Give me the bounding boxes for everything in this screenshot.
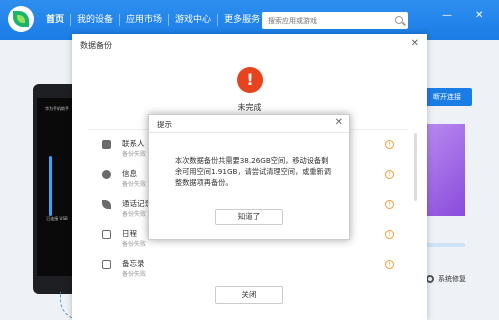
backup-item-status: 备份失败 — [122, 181, 147, 188]
backup-item-name: 日程 — [122, 229, 137, 238]
nav-my-devices[interactable]: 我的设备 — [71, 14, 121, 26]
promo-banner — [427, 124, 465, 216]
backup-item-status: 备份失败 — [122, 211, 147, 218]
info-icon[interactable]: ! — [385, 230, 394, 239]
backup-item-name: 备忘录 — [122, 259, 145, 268]
warning-icon: ! — [237, 67, 263, 93]
close-icon[interactable]: ✕ — [335, 117, 343, 128]
info-icon[interactable]: ! — [385, 140, 394, 149]
close-icon[interactable]: ✕ — [411, 38, 419, 49]
search-icon[interactable] — [395, 16, 403, 24]
search-input[interactable] — [268, 14, 388, 27]
modal-header: 提示 ✕ — [149, 115, 349, 133]
backup-item-name: 信息 — [122, 169, 137, 178]
search-box — [262, 12, 408, 29]
calendar-icon — [102, 230, 111, 239]
nav-app-market[interactable]: 应用市场 — [120, 14, 170, 26]
info-icon[interactable]: ! — [385, 260, 394, 269]
gear-icon — [426, 275, 434, 283]
info-icon[interactable]: ! — [385, 200, 394, 209]
close-window-icon[interactable]: ✕ — [475, 10, 483, 21]
got-it-button[interactable]: 知道了 — [215, 209, 283, 225]
backup-item-status: 备份失败 — [122, 151, 147, 158]
backup-item-status: 备份失败 — [122, 241, 147, 248]
message-icon — [102, 170, 111, 179]
close-button[interactable]: 关闭 — [215, 286, 283, 304]
backup-item-name: 联系人 — [122, 139, 145, 148]
backup-item-status: 备份失败 — [122, 271, 147, 278]
contacts-icon — [102, 140, 111, 149]
disconnect-button[interactable]: 断开连接 — [422, 88, 472, 106]
backup-item-notes: 备忘录 备份失败 ! — [100, 254, 400, 284]
main-nav: 首页 我的设备 应用市场 游戏中心 更多服务 — [40, 14, 266, 26]
backup-status: 未完成 — [237, 103, 262, 112]
phone-icon — [102, 200, 111, 209]
info-icon[interactable]: ! — [385, 170, 394, 179]
system-repair-label: 系统修复 — [438, 275, 466, 283]
notepad-icon — [102, 260, 111, 269]
modal-message: 本次数据备份共需要38.26GB空间，移动设备剩余可用空间1.91GB，请尝试清… — [175, 156, 331, 187]
backup-dialog-title: 数据备份 — [80, 41, 112, 50]
app-logo — [8, 6, 34, 32]
usb-cable — [49, 156, 52, 216]
scrollbar[interactable] — [414, 133, 417, 201]
nav-more-services[interactable]: 更多服务 — [218, 14, 266, 26]
nav-home[interactable]: 首页 — [40, 14, 72, 26]
modal-title: 提示 — [157, 120, 172, 129]
nav-game-center[interactable]: 游戏中心 — [169, 14, 219, 26]
minimize-icon[interactable]: — — [442, 10, 452, 21]
system-repair-link[interactable]: 系统修复 — [426, 274, 466, 284]
progress-track — [427, 243, 465, 247]
prompt-modal: 提示 ✕ 本次数据备份共需要38.26GB空间，移动设备剩余可用空间1.91GB… — [148, 114, 350, 240]
